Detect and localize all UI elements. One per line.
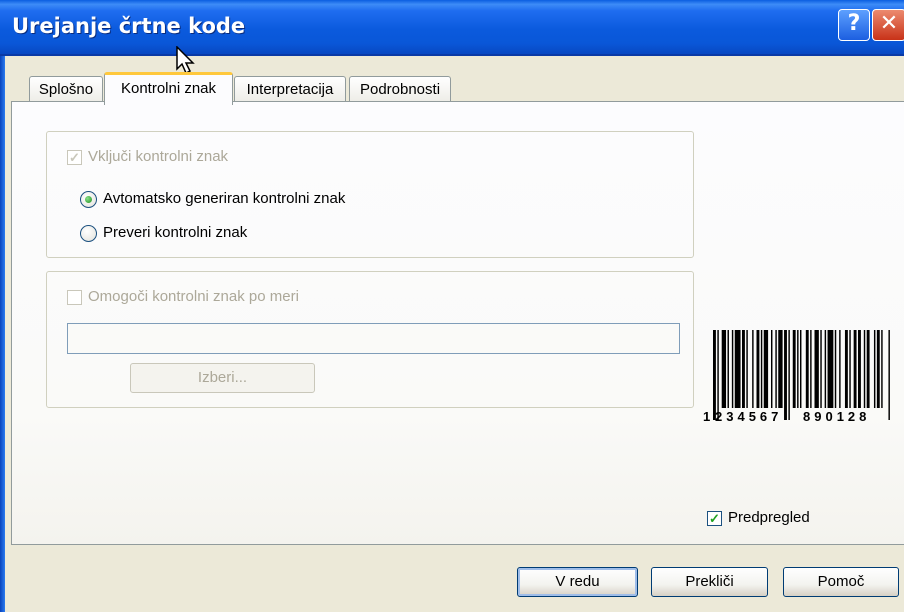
barcode-bar xyxy=(858,330,861,408)
verify-check-digit-label: Preveri kontrolni znak xyxy=(103,224,248,241)
barcode-bar xyxy=(792,330,796,408)
barcode-bar xyxy=(888,330,890,420)
cancel-button[interactable]: Prekliči xyxy=(651,567,768,597)
auto-generated-radio[interactable] xyxy=(80,191,97,208)
tab-interpretation[interactable]: Interpretacija xyxy=(234,76,346,104)
barcode-bar xyxy=(824,330,827,408)
preview-label: Predpregled xyxy=(728,509,810,526)
barcode-bar xyxy=(771,330,773,408)
barcode-preview: 1 234567 890128 xyxy=(703,330,890,424)
barcode-bar xyxy=(756,330,760,408)
enable-custom-check-digit-checkbox[interactable] xyxy=(67,290,82,305)
barcode-bar xyxy=(839,330,841,408)
barcode-first-digit: 1 xyxy=(703,409,710,424)
enable-custom-check-digit-label: Omogoči kontrolni znak po meri xyxy=(88,288,299,305)
barcode-right-digits: 890128 xyxy=(803,409,870,424)
tab-label: Podrobnosti xyxy=(359,81,441,98)
barcode-bar xyxy=(788,330,790,420)
close-button[interactable]: ✕ xyxy=(872,9,904,41)
tab-label: Splošno xyxy=(38,81,94,98)
barcode-bar xyxy=(863,330,866,408)
auto-generated-label: Avtomatsko generiran kontrolni znak xyxy=(103,190,346,207)
barcode-bar xyxy=(763,330,769,408)
barcode-bar xyxy=(797,330,799,408)
barcode-bar xyxy=(849,330,851,408)
barcode-bar xyxy=(721,330,727,408)
barcode-bar xyxy=(827,330,834,408)
include-check-digit-checkbox[interactable]: ✓ xyxy=(67,150,82,165)
verify-check-digit-radio[interactable] xyxy=(80,225,97,242)
checkmark-icon: ✓ xyxy=(69,150,80,165)
barcode-bar xyxy=(778,330,783,408)
barcode-bar xyxy=(717,330,719,420)
barcode-bar xyxy=(820,330,822,408)
barcode-bar xyxy=(805,330,809,408)
barcode-bar xyxy=(881,330,883,408)
barcode-bar xyxy=(853,330,857,408)
tab-details[interactable]: Podrobnosti xyxy=(349,76,451,104)
barcode-bar xyxy=(731,330,734,408)
tab-check-digit[interactable]: Kontrolni znak xyxy=(104,72,233,105)
help-footer-button[interactable]: Pomoč xyxy=(783,567,899,597)
barcode-left-digits: 234567 xyxy=(715,409,782,424)
checkmark-icon: ✓ xyxy=(709,511,720,526)
barcode-bar xyxy=(734,330,741,408)
select-button[interactable]: Izberi... xyxy=(130,363,315,393)
barcode-bar xyxy=(873,330,876,408)
barcode-bar xyxy=(834,330,837,408)
barcode-bar xyxy=(760,330,763,408)
include-check-digit-label: Vključi kontrolni znak xyxy=(88,148,229,165)
barcode-bar xyxy=(784,330,787,420)
barcode-bar xyxy=(876,330,880,408)
close-icon: ✕ xyxy=(879,11,899,36)
custom-check-digit-input[interactable] xyxy=(67,323,680,354)
tab-label: Kontrolni znak xyxy=(120,80,217,97)
barcode-bar xyxy=(810,330,812,408)
barcode-bar xyxy=(866,330,870,408)
barcode-bar xyxy=(800,330,802,408)
barcode-bar xyxy=(727,330,729,408)
window-frame-left xyxy=(0,56,5,612)
tab-label: Interpretacija xyxy=(246,81,334,98)
question-icon: ? xyxy=(847,11,861,36)
barcode-bar xyxy=(752,330,754,408)
barcode-bar xyxy=(775,330,777,408)
window-title: Urejanje črtne kode xyxy=(12,14,246,38)
barcode-bar xyxy=(844,330,848,408)
ok-button[interactable]: V redu xyxy=(517,567,638,597)
barcode-bar xyxy=(746,330,748,408)
barcode-bar xyxy=(742,330,745,408)
preview-checkbox[interactable]: ✓ xyxy=(707,511,722,526)
title-bar: Urejanje črtne kode ? ✕ xyxy=(0,0,904,56)
barcode-bar xyxy=(713,330,716,420)
help-button[interactable]: ? xyxy=(838,9,870,41)
barcode-bar xyxy=(814,330,819,408)
barcode-bars xyxy=(713,330,890,420)
tab-general[interactable]: Splošno xyxy=(29,76,103,104)
radio-selected-icon xyxy=(85,196,92,203)
